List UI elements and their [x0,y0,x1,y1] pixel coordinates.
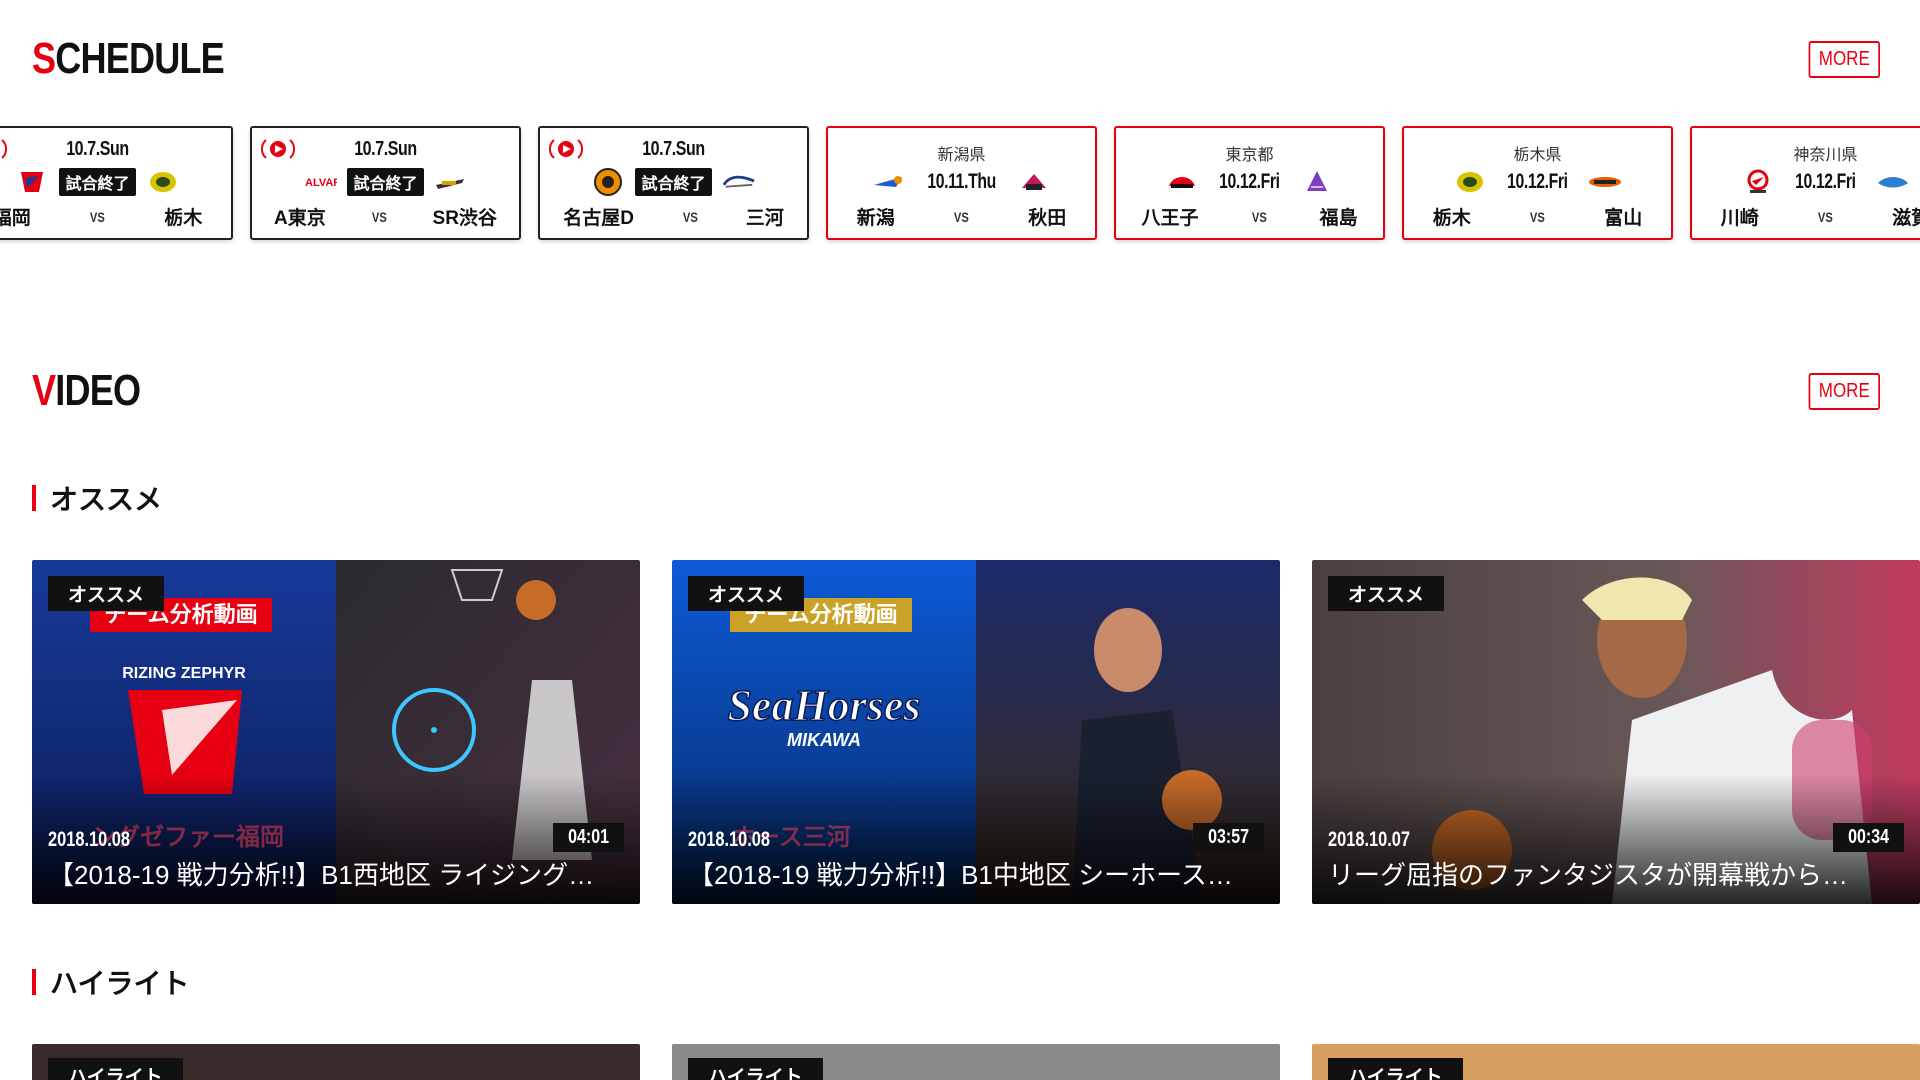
recommend-heading: オススメ [32,478,162,518]
game-date: 10.12.Fri [1219,170,1280,193]
video-title: 【2018-19 戦力分析!!】B1中地区 シーホース… [688,860,1233,890]
schedule-carousel[interactable]: 10.7.Sun 試合終了 福岡 VS 栃木 10.7.Sun ALVARK 試… [0,126,1920,240]
video-more-button[interactable]: MORE [1808,372,1880,410]
video-duration: 04:01 [552,823,624,852]
highlight-heading: ハイライト [32,962,189,1002]
video-date: 2018.10.07 [1328,828,1410,851]
game-prefecture: 神奈川県 [1793,147,1858,164]
vs-label: VS [1818,208,1833,225]
akita-logo-icon [1017,169,1051,195]
game-date: 10.12.Fri [1507,170,1568,193]
game-card[interactable]: 栃木県 10.12.Fri 栃木 VS 富山 [1402,126,1673,240]
home-team-name: A東京 [274,208,326,229]
video-header: VIDEO MORE [32,366,1880,416]
game-status-badge: 試合終了 [59,168,136,196]
svg-text:RIZING ZEPHYR: RIZING ZEPHYR [122,665,246,682]
game-card[interactable]: 10.7.Sun 試合終了 名古屋D VS 三河 [538,126,809,240]
tochigi-logo-icon [1453,169,1487,195]
heading-accent-bar [32,485,36,511]
video-title: VIDEO [32,366,141,415]
game-date: 10.7.Sun [354,138,417,160]
video-card[interactable]: チーム分析動画 SeaHorses MIKAWA オススメ ホース三河 2018… [672,560,1280,904]
game-prefecture: 新潟県 [937,147,986,164]
video-card[interactable]: ハイライト [672,1044,1280,1080]
home-team-name: 八王子 [1141,208,1199,229]
hachioji-logo-icon [1165,169,1199,195]
vs-label: VS [954,208,969,225]
game-prefecture: 東京都 [1225,147,1274,164]
video-duration: 03:57 [1192,823,1264,852]
game-card[interactable]: 東京都 10.12.Fri 八王子 VS 福島 [1114,126,1385,240]
recommend-video-row: チーム分析動画 RIZING ZEPHYR オススメ ングゼファー福岡 2018… [32,560,1920,904]
game-date: 10.7.Sun [66,138,129,160]
highlight-video-row: ハイライト ハイライト ハイライト [32,1044,1920,1080]
alvark-logo-icon: ALVARK [303,169,337,195]
heading-accent-bar [32,969,36,995]
home-team-name: 川崎 [1720,208,1759,229]
video-badge: オススメ [48,576,165,611]
video-badge: ハイライト [1328,1058,1463,1080]
video-badge: オススメ [688,576,805,611]
highlight-heading-label: ハイライト [50,968,190,999]
vs-label: VS [371,208,387,225]
vs-label: VS [1530,208,1545,225]
sunrockers-logo-icon [434,169,468,195]
svg-text:MIKAWA: MIKAWA [787,730,861,750]
svg-text:ALVARK: ALVARK [305,177,337,189]
home-team-name: 名古屋D [563,208,634,229]
schedule-title: SCHEDULE [32,34,225,83]
vs-label: VS [682,208,698,225]
game-date: 10.11.Thu [927,170,996,193]
video-duration: 00:34 [1832,823,1904,852]
vs-label: VS [1251,208,1267,225]
game-status-badge: 試合終了 [347,168,424,196]
tochigi-logo-icon [146,169,180,195]
away-team-name: 滋賀 [1892,208,1920,229]
niigata-logo-icon [872,169,906,195]
video-badge: オススメ [1328,576,1445,611]
video-card[interactable]: ハイライト [32,1044,640,1080]
video-card[interactable]: オススメ 2018.10.07 00:34 リーグ屈指のファンタジスタが開幕戦か… [1312,560,1920,904]
video-title: 【2018-19 戦力分析!!】B1西地区 ライジング… [48,860,595,890]
game-card[interactable]: 10.7.Sun 試合終了 福岡 VS 栃木 [0,126,233,240]
game-status-badge: 試合終了 [635,168,712,196]
home-team-name: 福岡 [0,208,31,229]
game-card[interactable]: 新潟県 10.11.Thu 新潟 VS 秋田 [826,126,1097,240]
fukushima-logo-icon [1300,169,1334,195]
video-date: 2018.10.08 [48,828,130,851]
game-date: 10.7.Sun [642,138,705,160]
vs-label: VS [90,208,105,225]
away-team-name: SR渋谷 [432,208,497,229]
fukuoka-logo-icon [15,169,49,195]
away-team-name: 福島 [1319,208,1358,229]
home-team-name: 栃木 [1432,208,1471,229]
schedule-more-button[interactable]: MORE [1808,40,1880,78]
video-date: 2018.10.08 [688,828,770,851]
video-badge: ハイライト [688,1058,823,1080]
nagoya-logo-icon [591,168,625,196]
video-card[interactable]: チーム分析動画 RIZING ZEPHYR オススメ ングゼファー福岡 2018… [32,560,640,904]
kawasaki-logo-icon [1741,169,1775,195]
video-badge: ハイライト [48,1058,183,1080]
game-prefecture: 栃木県 [1513,147,1562,164]
video-card[interactable]: ハイライト [1312,1044,1920,1080]
svg-text:SeaHorses: SeaHorses [727,681,920,730]
recommend-heading-label: オススメ [50,484,163,515]
game-date: 10.12.Fri [1795,170,1856,193]
shiga-logo-icon [1876,169,1910,195]
away-team-name: 富山 [1604,208,1643,229]
toyama-logo-icon [1588,169,1622,195]
game-card[interactable]: 神奈川県 10.12.Fri 川崎 VS 滋賀 [1690,126,1920,240]
mikawa-logo-icon [722,169,756,195]
away-team-name: 栃木 [164,208,203,229]
video-title: リーグ屈指のファンタジスタが開幕戦から… [1328,860,1849,890]
away-team-name: 秋田 [1028,208,1067,229]
schedule-header: SCHEDULE MORE [32,34,1880,84]
home-team-name: 新潟 [856,208,895,229]
game-card[interactable]: 10.7.Sun ALVARK 試合終了 A東京 VS SR渋谷 [250,126,521,240]
away-team-name: 三河 [745,208,784,229]
